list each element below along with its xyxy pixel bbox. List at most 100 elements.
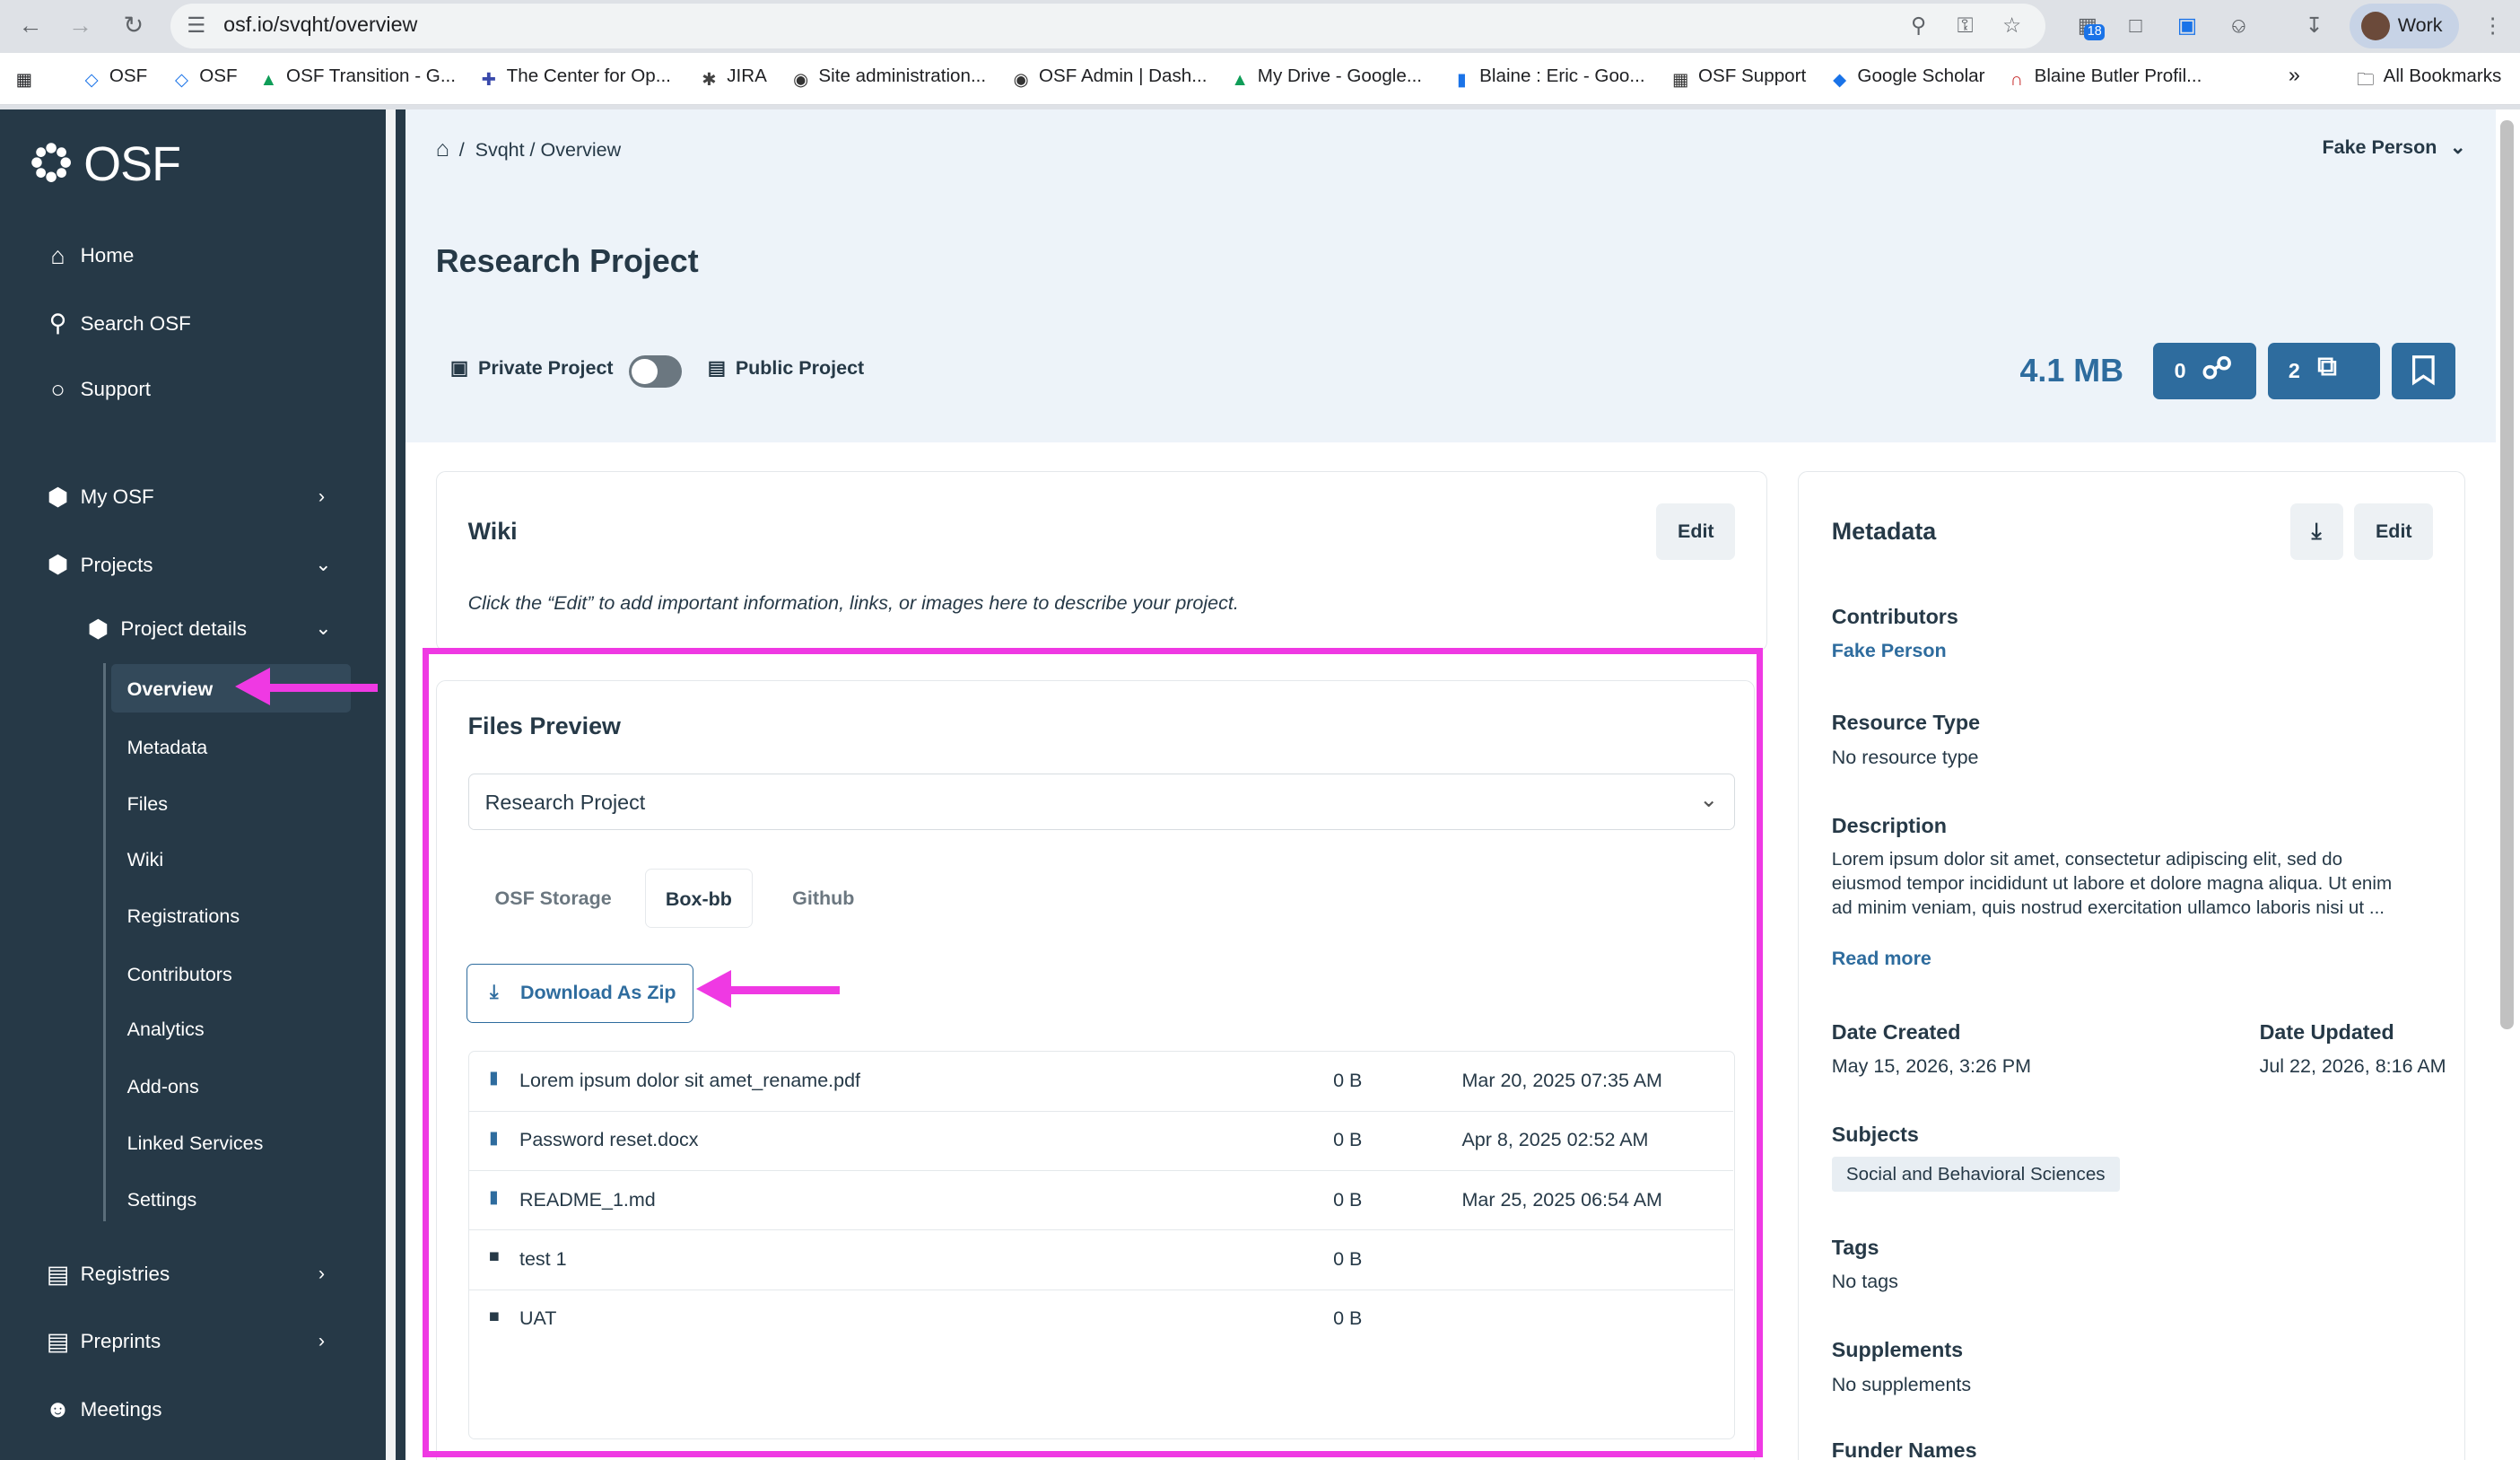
sidebar-item-metadata[interactable]: Metadata bbox=[127, 737, 208, 759]
user-menu[interactable]: Fake Person ⌄ bbox=[2323, 136, 2466, 159]
breadcrumb: ⌂ / Svqht / Overview bbox=[435, 136, 622, 162]
highlight-box bbox=[423, 648, 1763, 1458]
resource-type-label: Resource Type bbox=[1831, 711, 1981, 735]
view-links-button[interactable]: 0 ☍ bbox=[2153, 342, 2256, 399]
storage-size: 4.1 MB bbox=[2019, 352, 2124, 389]
site-settings-icon[interactable]: ☰ bbox=[180, 10, 213, 42]
sidebar-item-registrations[interactable]: Registrations bbox=[127, 905, 240, 928]
avatar bbox=[2360, 11, 2390, 40]
bookmark-item[interactable]: ▦ OSF Support bbox=[1671, 66, 1806, 90]
browser-menu-icon[interactable]: ⋮ bbox=[2475, 8, 2510, 43]
bookmark-icon bbox=[2412, 355, 2435, 386]
contributor-link[interactable]: Fake Person bbox=[1832, 640, 1947, 662]
description-line: eiusmod tempor incididunt ut labore et d… bbox=[1831, 873, 2393, 895]
back-icon[interactable]: ← bbox=[13, 8, 48, 43]
bookmark-item[interactable]: ◇ OSF bbox=[172, 66, 238, 90]
bookmarks-bar: ▦ ◇ OSF ◇ OSF ▲ OSF Transition - G... ✚ The … bbox=[0, 53, 2520, 105]
search-icon: ⚲ bbox=[48, 310, 67, 337]
contributors-label: Contributors bbox=[1831, 605, 1958, 629]
public-label: ▤ Public Project bbox=[707, 356, 865, 379]
date-updated-value: Jul 22, 2026, 8:16 AM bbox=[2259, 1054, 2446, 1077]
password-key-icon[interactable]: ⚿ bbox=[1949, 10, 1982, 42]
wiki-hint: Click the “Edit” to add important inform… bbox=[467, 591, 1239, 614]
extension-app-icon[interactable]: ▣ bbox=[2169, 8, 2204, 43]
all-bookmarks-button[interactable]: 🗀 All Bookmarks bbox=[2356, 66, 2501, 90]
cube-icon: ⬢ bbox=[47, 483, 69, 511]
bookmark-item[interactable]: ▲ OSF Transition - G... bbox=[259, 66, 456, 90]
bookmark-item[interactable]: ◉ OSF Admin | Dash... bbox=[1012, 66, 1208, 90]
bookmark-star-icon[interactable]: ☆ bbox=[1996, 10, 2028, 42]
browser-toolbar: ← → ↻ ☰ osf.io/svqht/overview ⚲ ⚿ ☆ ▦18 … bbox=[0, 0, 2520, 54]
profile-button[interactable]: Work bbox=[2349, 3, 2459, 48]
wiki-edit-button[interactable]: Edit bbox=[1656, 503, 1736, 560]
sidebar-divider bbox=[386, 109, 396, 1460]
osf-logo-icon bbox=[31, 143, 72, 182]
chevron-right-icon[interactable]: › bbox=[318, 1330, 325, 1352]
sidebar-item-analytics[interactable]: Analytics bbox=[127, 1019, 205, 1041]
sidebar-item-settings[interactable]: Settings bbox=[127, 1189, 197, 1211]
sidebar-item-linked-services[interactable]: Linked Services bbox=[127, 1132, 264, 1155]
bookmark-item[interactable]: ∩ Blaine Butler Profil... bbox=[2007, 66, 2202, 90]
tags-label: Tags bbox=[1831, 1235, 1879, 1259]
supplements-label: Supplements bbox=[1831, 1338, 1964, 1362]
sidebar-item-wiki[interactable]: Wiki bbox=[127, 849, 164, 871]
bookmark-item[interactable]: ▮ Blaine : Eric - Goo... bbox=[1452, 66, 1645, 90]
reload-icon[interactable]: ↻ bbox=[116, 8, 151, 43]
date-created-value: May 15, 2026, 3:26 PM bbox=[1831, 1054, 2032, 1077]
apps-grid-icon[interactable]: ▦ bbox=[14, 66, 41, 90]
read-more-link[interactable]: Read more bbox=[1832, 948, 1931, 970]
supplements-value: No supplements bbox=[1831, 1373, 1972, 1395]
profile-label: Work bbox=[2397, 14, 2443, 37]
sidebar-item-contributors[interactable]: Contributors bbox=[127, 964, 232, 986]
wiki-card bbox=[435, 471, 1768, 651]
description-line: ad minim veniam, quis nostrud exercitati… bbox=[1831, 897, 2385, 919]
description-label: Description bbox=[1831, 814, 1947, 838]
bookmark-button[interactable] bbox=[2391, 342, 2456, 399]
sidebar-item-overview[interactable]: Overview bbox=[127, 678, 214, 701]
bookmark-item[interactable]: ▲ My Drive - Google... bbox=[1230, 66, 1422, 90]
date-created-label: Date Created bbox=[1831, 1019, 1961, 1044]
home-icon: ⌂ bbox=[50, 241, 65, 269]
url-text[interactable]: osf.io/svqht/overview bbox=[223, 13, 417, 37]
visibility-toggle[interactable] bbox=[628, 355, 683, 388]
bookmark-item[interactable]: ◇ OSF bbox=[82, 66, 148, 90]
chevron-down-icon[interactable]: ⌄ bbox=[315, 554, 331, 576]
metadata-title: Metadata bbox=[1831, 518, 1937, 546]
metadata-download-button[interactable]: ⤓ bbox=[2289, 503, 2343, 560]
chevron-right-icon[interactable]: › bbox=[318, 485, 325, 508]
bookmark-item[interactable]: ✱ JIRA bbox=[700, 66, 767, 90]
forks-button[interactable]: 2 ⧉ bbox=[2267, 342, 2381, 399]
bookmark-item[interactable]: ◉ Site administration... bbox=[791, 66, 986, 90]
bookmarks-overflow-button[interactable]: » bbox=[2289, 63, 2300, 87]
list-icon: ▤ bbox=[46, 1260, 70, 1288]
sidebar-item-add-ons[interactable]: Add-ons bbox=[127, 1076, 199, 1098]
resource-type-value: No resource type bbox=[1831, 746, 1979, 768]
extension-doc-icon[interactable]: □ bbox=[2118, 8, 2153, 43]
forward-icon[interactable]: → bbox=[63, 8, 98, 43]
headset-icon: ○ bbox=[50, 375, 65, 403]
bookmark-item[interactable]: ✚ The Center for Op... bbox=[479, 66, 671, 90]
metadata-edit-button[interactable]: Edit bbox=[2354, 503, 2434, 560]
sidebar-item-files[interactable]: Files bbox=[127, 793, 168, 816]
downloads-icon[interactable]: ↧ bbox=[2297, 8, 2332, 43]
chevron-down-icon[interactable]: ⌄ bbox=[315, 617, 331, 640]
submenu-line bbox=[102, 662, 107, 1221]
breadcrumb-path[interactable]: Svqht / Overview bbox=[475, 139, 622, 161]
annotation-arrow bbox=[265, 683, 379, 692]
chevron-down-icon: ⌄ bbox=[2449, 136, 2466, 159]
download-icon: ⤓ bbox=[2311, 519, 2322, 545]
home-icon[interactable]: ⌂ bbox=[436, 136, 449, 162]
toggle-knob bbox=[632, 358, 658, 385]
scrollbar[interactable] bbox=[2500, 120, 2514, 1030]
subject-chip: Social and Behavioral Sciences bbox=[1831, 1156, 2120, 1193]
extension-tabs-icon[interactable]: ▦18 bbox=[2070, 8, 2106, 43]
private-label: ▣ Private Project bbox=[449, 356, 614, 379]
extensions-puzzle-icon[interactable]: ⎉ bbox=[2221, 8, 2256, 43]
zoom-icon[interactable]: ⚲ bbox=[1903, 10, 1935, 42]
description-line: Lorem ipsum dolor sit amet, consectetur … bbox=[1831, 849, 2343, 870]
funder-names-label: Funder Names bbox=[1831, 1438, 1977, 1460]
bookmark-item[interactable]: ◆ Google Scholar bbox=[1830, 66, 1984, 90]
chevron-right-icon[interactable]: › bbox=[318, 1263, 325, 1285]
sidebar-edge bbox=[395, 109, 405, 1460]
address-bar[interactable]: ☰ osf.io/svqht/overview ⚲ ⚿ ☆ bbox=[170, 3, 2046, 48]
